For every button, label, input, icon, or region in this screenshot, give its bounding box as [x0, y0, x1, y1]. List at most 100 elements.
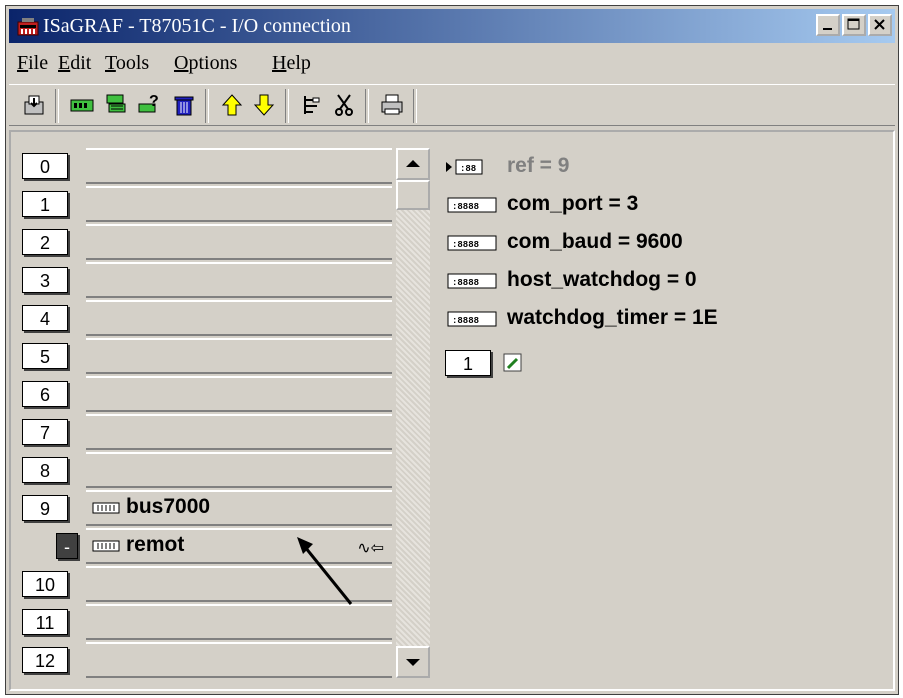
title-bar[interactable]: ISaGRAF - T87051C - I/O connection	[9, 9, 895, 43]
parameter-icon: :8888	[447, 197, 497, 213]
minimize-button[interactable]	[816, 14, 840, 36]
slot-number[interactable]: 6	[22, 381, 68, 407]
parameter-row[interactable]: :8888 com_port = 3	[446, 192, 866, 222]
move-up-button[interactable]	[217, 90, 247, 120]
parameter-row[interactable]: :88 ref = 9	[446, 154, 866, 184]
toolbar: ?	[9, 84, 895, 126]
toolbar-separator	[365, 89, 369, 123]
toolbar-separator	[55, 89, 59, 123]
parameter-icon: :8888	[447, 311, 497, 327]
svg-text::8888: :8888	[452, 202, 479, 212]
menu-edit[interactable]: Edit	[58, 52, 91, 75]
board-icon	[70, 99, 94, 112]
parameter-text: ref = 9	[507, 154, 570, 177]
scroll-down-button[interactable]	[396, 646, 430, 678]
menu-file[interactable]: File	[17, 52, 48, 75]
window-title: ISaGRAF - T87051C - I/O connection	[43, 15, 351, 37]
delete-button[interactable]	[169, 90, 199, 120]
parameter-text: com_port = 3	[507, 192, 639, 215]
scroll-down-icon	[406, 659, 420, 666]
slot-list-scrollbar[interactable]	[396, 148, 430, 678]
cut-icon	[335, 94, 353, 116]
app-window: ISaGRAF - T87051C - I/O connection File …	[5, 5, 899, 695]
minimize-icon	[823, 28, 832, 30]
move-up-icon	[221, 94, 243, 116]
parameter-row[interactable]: :8888 host_watchdog = 0	[446, 268, 866, 298]
maximize-button[interactable]	[842, 14, 866, 36]
slot-number[interactable]: 3	[22, 267, 68, 293]
slot-row[interactable]	[86, 148, 392, 184]
parameter-icon: :8888	[447, 235, 497, 251]
parameter-icon: :8888	[447, 273, 497, 289]
svg-text:?: ?	[149, 93, 159, 110]
move-down-icon	[253, 94, 275, 116]
slot-row[interactable]	[86, 224, 392, 260]
slot-label: bus7000	[126, 495, 211, 518]
scroll-thumb[interactable]	[396, 180, 430, 210]
menu-tools[interactable]: Tools	[105, 52, 149, 75]
print-button[interactable]	[377, 90, 407, 120]
parameters-button[interactable]: ?	[135, 90, 165, 120]
delete-icon	[174, 96, 194, 116]
io-connection-area: 0 1 2 3 4 5 6 7 8 9 bus7000- remot ∿⇦ 10 11 12 :88 ref =…	[9, 130, 895, 691]
menu-options[interactable]: Options	[174, 52, 237, 75]
bus-board-icon	[92, 502, 120, 514]
scroll-up-button[interactable]	[396, 148, 430, 180]
channel-number[interactable]: 1	[445, 350, 491, 376]
slot-number[interactable]: 7	[22, 419, 68, 445]
equipment-button[interactable]	[101, 90, 131, 120]
slot-row[interactable]	[86, 186, 392, 222]
close-icon	[874, 19, 885, 30]
isagraf-app-icon	[17, 18, 39, 36]
slot-number[interactable]: 0	[22, 153, 68, 179]
slot-number[interactable]: 1	[22, 191, 68, 217]
parameter-row[interactable]: :8888 com_baud = 9600	[446, 230, 866, 260]
slot-number[interactable]: 2	[22, 229, 68, 255]
insert-button[interactable]	[297, 90, 327, 120]
slot-row[interactable]	[86, 452, 392, 488]
slot-row[interactable]	[86, 262, 392, 298]
svg-text::88: :88	[460, 164, 476, 174]
exit-button[interactable]	[19, 90, 49, 120]
slot-number[interactable]: 5	[22, 343, 68, 369]
annotation-arrow	[297, 537, 353, 605]
svg-text::8888: :8888	[452, 316, 479, 326]
move-down-button[interactable]	[249, 90, 279, 120]
slot-row[interactable]	[86, 338, 392, 374]
slot-row[interactable]	[86, 414, 392, 450]
slot-number[interactable]: 11	[22, 609, 68, 635]
slot-number[interactable]: 10	[22, 571, 68, 597]
board-button[interactable]	[67, 90, 97, 120]
menu-bar: File Edit Tools Options Help	[9, 46, 895, 80]
parameters-icon: ?	[138, 93, 159, 113]
parameter-text: host_watchdog = 0	[507, 268, 697, 291]
toolbar-separator	[413, 89, 417, 123]
slot-number[interactable]: 9	[22, 495, 68, 521]
parameter-text: com_baud = 9600	[507, 230, 683, 253]
toolbar-separator	[205, 89, 209, 123]
cut-button[interactable]	[329, 90, 359, 120]
parameter-row[interactable]: :8888 watchdog_timer = 1E	[446, 306, 866, 336]
slot-number[interactable]: 8	[22, 457, 68, 483]
svg-text::8888: :8888	[452, 240, 479, 250]
exit-icon	[24, 95, 44, 115]
insert-icon	[304, 96, 320, 114]
svg-text::8888: :8888	[452, 278, 479, 288]
maximize-icon	[847, 18, 860, 30]
slot-label: remot	[126, 533, 185, 556]
slot-number[interactable]: 4	[22, 305, 68, 331]
edit-pencil-icon[interactable]	[503, 353, 523, 373]
link-indicator-icon: ∿⇦	[357, 540, 384, 557]
slot-row[interactable]	[86, 376, 392, 412]
slot-row[interactable]	[86, 300, 392, 336]
toolbar-separator	[285, 89, 289, 123]
parameter-text: watchdog_timer = 1E	[507, 306, 718, 329]
slot-row[interactable]	[86, 642, 392, 678]
equipment-icon	[106, 94, 126, 113]
parameter-selected-icon: :88	[446, 159, 483, 175]
close-button[interactable]	[868, 14, 892, 36]
menu-help[interactable]: Help	[272, 52, 311, 75]
slot-number[interactable]: 12	[22, 647, 68, 673]
collapse-toggle[interactable]: -	[56, 533, 78, 559]
slot-row[interactable]: bus7000	[86, 490, 392, 526]
